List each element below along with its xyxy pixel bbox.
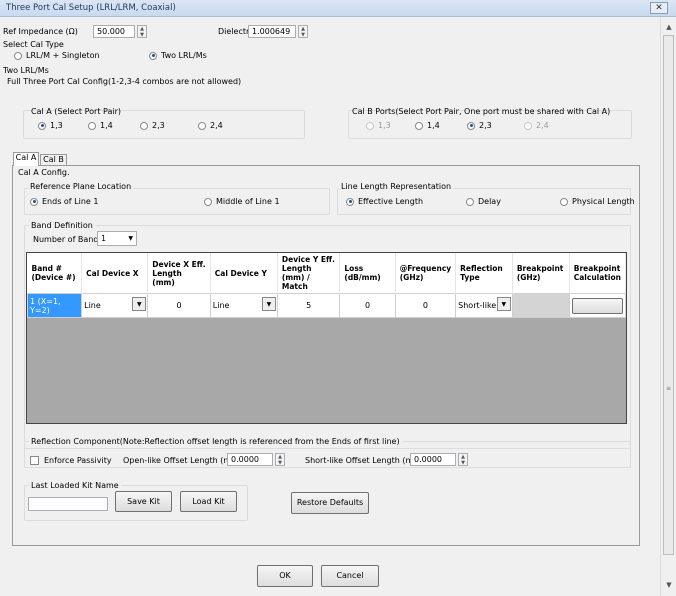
ok-button[interactable]: OK: [257, 565, 313, 587]
radio-icon: [14, 51, 22, 60]
num-bands-label: Number of Bands:: [33, 235, 106, 244]
num-bands-select[interactable]: 1 ▼: [97, 231, 137, 246]
cal-b-port-label: Cal B Ports(Select Port Pair, One port m…: [352, 107, 611, 116]
breakpoint-cell: [511, 293, 570, 318]
cancel-button[interactable]: Cancel: [321, 565, 379, 587]
loss-cell[interactable]: 0: [339, 293, 396, 318]
kit-name-input[interactable]: [28, 497, 108, 511]
line-length-delay[interactable]: Delay: [466, 197, 501, 206]
dielectric-input[interactable]: 1.000649: [248, 25, 296, 38]
title-bar: Three Port Cal Setup (LRL/LRM, Coaxial) …: [0, 0, 676, 17]
short-offset-input[interactable]: 0.0000: [410, 453, 456, 466]
frequency-cell[interactable]: 0: [394, 293, 457, 318]
ref-impedance-label: Ref Impedance (Ω): [3, 27, 78, 36]
close-icon: ✕: [655, 3, 663, 13]
ref-plane-label: Reference Plane Location: [28, 182, 134, 191]
ref-impedance-input[interactable]: 50.000: [93, 25, 135, 38]
load-kit-button[interactable]: Load Kit: [180, 491, 237, 512]
cal-type-option-singleton[interactable]: LRL/M + Singleton: [14, 51, 100, 60]
ref-impedance-spinner[interactable]: ▲ ▼: [137, 25, 147, 38]
open-offset-input[interactable]: 0.0000: [227, 453, 273, 466]
col-header: Cal Device Y: [210, 253, 278, 294]
col-header: Device X Eff. Length (mm): [147, 253, 211, 294]
chevron-down-icon: ▼: [132, 297, 147, 311]
short-offset-spinner[interactable]: ▲ ▼: [458, 453, 468, 466]
kit-label: Last Loaded Kit Name: [29, 481, 121, 490]
reflection-type-dropdown[interactable]: Short-like ▼: [455, 293, 513, 318]
close-button[interactable]: ✕: [650, 2, 668, 14]
device-y-length-cell[interactable]: 5: [276, 293, 341, 318]
cal-a-port-2-4[interactable]: 2,4: [198, 121, 223, 130]
enforce-passivity-checkbox[interactable]: [30, 456, 39, 465]
ref-plane-middle[interactable]: Middle of Line 1: [204, 197, 280, 206]
band-table: Band # (Device #) Cal Device X Device X …: [26, 253, 627, 318]
device-x-length-cell[interactable]: 0: [147, 293, 211, 318]
cal-a-port-1-3[interactable]: 1,3: [38, 121, 63, 130]
short-offset-label: Short-like Offset Length (mm): [305, 456, 425, 465]
cal-b-port-2-3[interactable]: 2,3: [467, 121, 492, 130]
cal-a-port-label: Cal A (Select Port Pair): [31, 107, 122, 116]
enforce-passivity-label: Enforce Passivity: [44, 456, 112, 465]
col-header: Device Y Eff. Length (mm) / Match: [277, 253, 341, 294]
line-length-physical[interactable]: Physical Length: [560, 197, 635, 206]
tab-cal-a[interactable]: Cal A: [13, 152, 39, 166]
cal-a-port-2-3[interactable]: 2,3: [140, 121, 165, 130]
col-header: @Frequency (GHz): [395, 253, 457, 294]
two-lrl-subtitle: Full Three Port Cal Config(1-2,3-4 combo…: [7, 77, 242, 86]
line-length-label: Line Length Representation: [339, 182, 454, 191]
scroll-down-icon[interactable]: ▼: [661, 577, 676, 593]
window-title: Three Port Cal Setup (LRL/LRM, Coaxial): [6, 3, 176, 13]
save-kit-button[interactable]: Save Kit: [115, 491, 172, 512]
dielectric-spinner[interactable]: ▲ ▼: [298, 25, 308, 38]
cal-a-config-label: Cal A Config.: [18, 168, 70, 177]
cal-device-x-dropdown[interactable]: Line ▼: [81, 293, 149, 318]
col-header: Reflection Type: [455, 253, 513, 294]
col-header: Band # (Device #): [27, 253, 83, 294]
col-header: Cal Device X: [81, 253, 149, 294]
cal-b-port-1-4[interactable]: 1,4: [415, 121, 440, 130]
grip-icon: ≡: [666, 385, 672, 392]
restore-defaults-button[interactable]: Restore Defaults: [291, 492, 369, 514]
cal-type-option-two-lrl[interactable]: Two LRL/Ms: [149, 51, 207, 60]
vertical-scrollbar[interactable]: ▲ ≡ ▼: [660, 17, 676, 596]
band-definition-label: Band Definition: [29, 221, 95, 230]
cal-a-port-1-4[interactable]: 1,4: [88, 121, 113, 130]
col-header: Breakpoint Calculation: [569, 253, 627, 294]
cal-device-y-dropdown[interactable]: Line ▼: [209, 293, 278, 318]
cal-type-label: Select Cal Type: [3, 40, 64, 49]
reflection-label: Reflection Component(Note:Reflection off…: [29, 437, 402, 446]
ref-plane-ends[interactable]: Ends of Line 1: [30, 197, 98, 206]
cal-b-port-2-4[interactable]: 2,4: [524, 121, 549, 130]
scroll-up-icon[interactable]: ▲: [661, 19, 676, 35]
chevron-down-icon: ▼: [261, 297, 276, 311]
chevron-down-icon: ▼: [496, 297, 511, 311]
table-row[interactable]: 1 (X=1, Y=2) Line ▼ 0 Line ▼ 5 0 0 Short-l…: [26, 293, 627, 318]
open-offset-label: Open-like Offset Length (mm): [123, 456, 243, 465]
table-header-row: Band # (Device #) Cal Device X Device X …: [27, 253, 627, 294]
breakpoint-calc-cell[interactable]: [568, 293, 627, 318]
line-length-effective[interactable]: Effective Length: [346, 197, 423, 206]
cal-b-port-1-3[interactable]: 1,3: [366, 121, 391, 130]
col-header: Loss (dB/mm): [339, 253, 396, 294]
col-header: Breakpoint (GHz): [512, 253, 570, 294]
radio-selected-icon: [149, 51, 157, 60]
two-lrl-label: Two LRL/Ms: [3, 66, 49, 75]
scrollbar-thumb[interactable]: [663, 35, 674, 555]
chevron-down-icon: ▼: [128, 235, 133, 242]
breakpoint-calc-button[interactable]: [571, 297, 623, 314]
open-offset-spinner[interactable]: ▲ ▼: [275, 453, 285, 466]
band-cell[interactable]: 1 (X=1, Y=2): [26, 293, 83, 318]
